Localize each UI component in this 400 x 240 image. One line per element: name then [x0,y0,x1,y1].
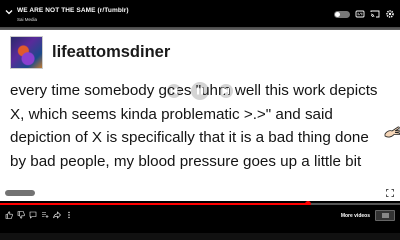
dislike-icon[interactable] [17,211,25,219]
next-button[interactable] [219,84,233,98]
skip-previous-icon [171,87,178,95]
top-icons [334,8,395,20]
fullscreen-icon[interactable] [386,189,394,197]
channel-name[interactable]: Sai Media [17,17,37,22]
more-options-icon[interactable] [65,211,73,219]
bottom-strip [0,233,400,240]
avatar [10,36,43,69]
skip-next-icon [222,87,229,95]
gear-icon[interactable] [385,9,395,19]
time-indicator [5,190,35,196]
video-title: WE ARE NOT THE SAME (r/Tumblr) [17,7,129,14]
player-top-bar: WE ARE NOT THE SAME (r/Tumblr) Sai Media [0,0,400,30]
play-pause-button[interactable] [191,82,209,100]
action-buttons [5,211,73,219]
cast-icon[interactable] [370,9,380,19]
more-videos-button[interactable]: More videos [341,210,395,221]
more-videos-thumbnail [375,210,395,221]
like-icon[interactable] [5,211,13,219]
autoplay-toggle[interactable] [334,10,350,18]
comments-icon[interactable] [29,211,37,219]
share-icon[interactable] [53,211,61,219]
pause-icon [197,87,203,95]
video-frame[interactable]: lifeattomsdiner every time somebody goes… [0,27,400,201]
chevron-down-icon[interactable] [4,7,14,17]
post-username: lifeattomsdiner [52,43,171,61]
save-icon[interactable] [41,211,49,219]
captions-icon[interactable] [355,9,365,19]
previous-button[interactable] [167,84,181,98]
hand-emoji-icon [384,126,400,138]
more-videos-label: More videos [340,212,370,219]
action-bar: More videos [0,205,400,240]
